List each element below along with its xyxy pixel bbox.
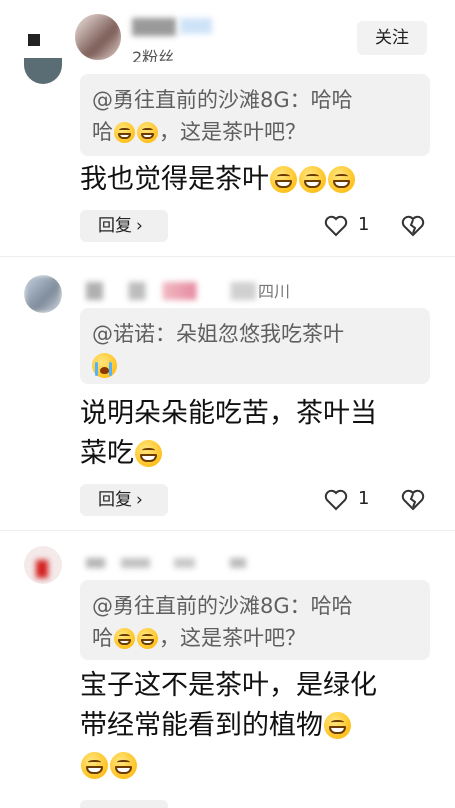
comment-text: 宝子这不是茶叶，是绿化 带经常能看到的植物 [80,666,430,786]
heart-icon[interactable] [324,215,348,237]
reply-button[interactable]: 回复 › [80,484,168,516]
grin-emoji-icon [137,122,158,143]
grin-emoji-icon [324,712,351,739]
reply-button-partial[interactable] [80,800,168,808]
like-count: 1 [358,488,370,509]
commenter-location: 四川 [258,282,291,301]
follower-count: 2粉丝 [132,48,175,62]
quote-text: 朵姐忽悠我吃茶叶 [176,322,344,346]
commenter-avatar[interactable] [24,275,62,313]
quote-author[interactable]: @勇往直前的沙滩8G [92,88,290,112]
quote-text: 哈哈 [310,88,353,112]
quoted-reply[interactable]: @勇往直前的沙滩8G：哈哈 哈，这是茶叶吧？ [80,74,430,156]
chevron-right-icon: › [136,490,143,510]
author-name-redacted [132,18,176,36]
grin-emoji-icon [135,440,162,467]
grin-emoji-icon [114,122,135,143]
commenter-avatar[interactable] [24,58,62,84]
comment-text: 我也觉得是茶叶 [80,160,430,200]
comment-text: 说明朵朵能吃苦，茶叶当 菜吃 [80,398,377,469]
grin-emoji-icon [81,752,108,779]
commenter-name-redacted [86,282,256,300]
reply-label: 回复 [98,490,132,510]
quote-author[interactable]: @勇往直前的沙滩8G [92,594,290,618]
divider [0,530,455,531]
broken-heart-icon[interactable] [401,215,425,237]
grin-emoji-icon [110,752,137,779]
quote-author[interactable]: @诺诺 [92,322,155,346]
grin-emoji-icon [137,628,158,649]
commenter-avatar[interactable] [24,546,62,584]
like-count: 1 [358,214,370,235]
grin-emoji-icon [114,628,135,649]
divider [0,256,455,257]
quoted-reply[interactable]: @诺诺：朵姐忽悠我吃茶叶 [80,308,430,384]
author-avatar[interactable] [75,14,121,60]
reply-label: 回复 [98,216,132,236]
grin-emoji-icon [270,166,297,193]
quoted-reply[interactable]: @勇往直前的沙滩8G：哈哈 哈，这是茶叶吧？ [80,580,430,660]
follow-button[interactable]: 关注 [357,21,427,55]
author-badge-redacted [180,18,212,34]
quote-text: 哈哈 [310,594,353,618]
grin-emoji-icon [328,166,355,193]
grin-emoji-icon [299,166,326,193]
reply-button[interactable]: 回复 › [80,210,168,242]
heart-icon[interactable] [324,489,348,511]
chevron-right-icon: › [136,216,143,236]
back-icon[interactable] [28,34,40,46]
broken-heart-icon[interactable] [401,489,425,511]
commenter-name-redacted [86,558,246,568]
crying-emoji-icon [92,353,117,378]
follow-label: 关注 [375,28,409,48]
